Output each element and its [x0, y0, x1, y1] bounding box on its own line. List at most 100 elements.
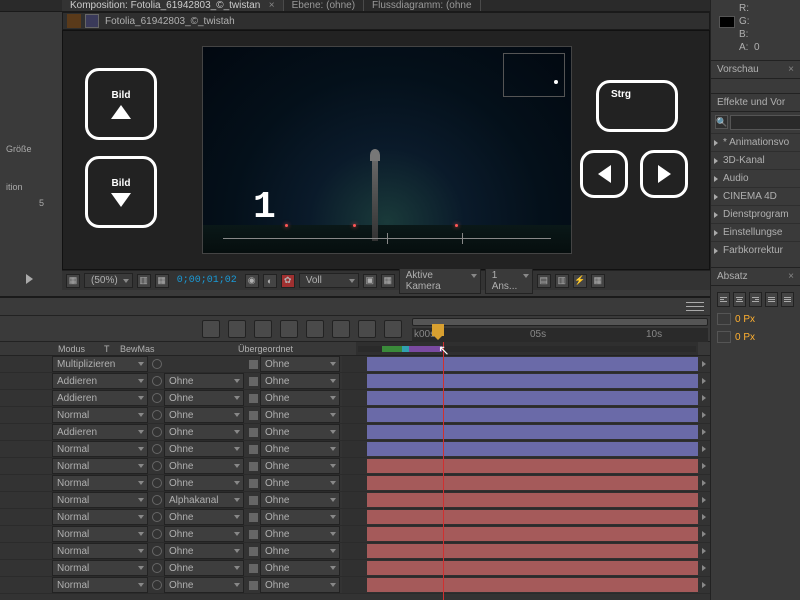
transparency-icon[interactable]: ▦: [381, 274, 395, 288]
track-matte-dropdown[interactable]: Alphakanal: [164, 492, 244, 508]
timeline-icon[interactable]: ▦: [591, 274, 605, 288]
layer-track[interactable]: [342, 509, 698, 525]
tool-icon[interactable]: [358, 320, 376, 338]
indent-row-2[interactable]: 0 Px: [717, 331, 794, 343]
parent-pick-icon[interactable]: [246, 560, 260, 576]
align-right-icon[interactable]: [749, 292, 762, 307]
layer-track[interactable]: [342, 356, 698, 372]
row-expand-icon[interactable]: [698, 390, 710, 406]
snapshot-icon[interactable]: ◉: [245, 274, 259, 288]
close-icon[interactable]: ×: [788, 64, 794, 75]
layer-track[interactable]: [342, 492, 698, 508]
tool-icon[interactable]: [306, 320, 324, 338]
parent-dropdown[interactable]: Ohne: [260, 475, 340, 491]
parent-dropdown[interactable]: Ohne: [260, 543, 340, 559]
toggle-switch[interactable]: [150, 543, 164, 559]
toggle-switch[interactable]: [150, 407, 164, 423]
row-expand-icon[interactable]: [698, 407, 710, 423]
tracks-overview[interactable]: [356, 342, 698, 355]
effect-category[interactable]: 3D-Kanal: [711, 151, 800, 169]
tab-layer[interactable]: Ebene: (ohne): [284, 0, 364, 11]
tab-composition[interactable]: Komposition: Fotolia_61942803_©_twistan …: [62, 0, 284, 11]
blend-mode-dropdown[interactable]: Addieren: [52, 390, 148, 406]
toggle-switch[interactable]: [150, 509, 164, 525]
fast-preview-icon[interactable]: ⚡: [573, 274, 587, 288]
toggle-switch[interactable]: [150, 441, 164, 457]
resolution-icon[interactable]: ▥: [137, 274, 151, 288]
layer-bar[interactable]: [367, 493, 698, 507]
comp-chip-icon[interactable]: [85, 14, 99, 28]
layer-row[interactable]: NormalOhneOhne: [0, 458, 710, 475]
toggle-switch[interactable]: [150, 492, 164, 508]
layer-bar[interactable]: [367, 527, 698, 541]
parent-dropdown[interactable]: Ohne: [260, 492, 340, 508]
parent-dropdown[interactable]: Ohne: [260, 441, 340, 457]
toggle-switch[interactable]: [150, 577, 164, 593]
blend-mode-dropdown[interactable]: Normal: [52, 492, 148, 508]
align-left-icon[interactable]: [717, 292, 730, 307]
effect-category[interactable]: Farbkorrektur: [711, 241, 800, 259]
layer-row[interactable]: NormalOhneOhne: [0, 407, 710, 424]
tool-icon[interactable]: [228, 320, 246, 338]
row-expand-icon[interactable]: [698, 543, 710, 559]
col-bewmas-header[interactable]: BewMas: [120, 342, 238, 355]
parent-pick-icon[interactable]: [246, 577, 260, 593]
close-icon[interactable]: ×: [788, 271, 794, 282]
colormgmt-icon[interactable]: ✿: [281, 274, 295, 288]
effects-panel-tab[interactable]: Effekte und Vor: [711, 93, 800, 112]
tool-icon[interactable]: [254, 320, 272, 338]
justify-left-icon[interactable]: [765, 292, 778, 307]
track-matte-dropdown[interactable]: Ohne: [164, 441, 244, 457]
tool-icon[interactable]: [280, 320, 298, 338]
tool-icon[interactable]: [332, 320, 350, 338]
layer-row[interactable]: NormalOhneOhne: [0, 475, 710, 492]
track-matte-dropdown[interactable]: Ohne: [164, 424, 244, 440]
layer-bar[interactable]: [367, 476, 698, 490]
parent-pick-icon[interactable]: [246, 458, 260, 474]
toggle-switch[interactable]: [150, 526, 164, 542]
tool-icon[interactable]: [202, 320, 220, 338]
blend-mode-dropdown[interactable]: Normal: [52, 577, 148, 593]
grid-icon[interactable]: ▦: [155, 274, 169, 288]
parent-pick-icon[interactable]: [246, 407, 260, 423]
layer-track[interactable]: [342, 543, 698, 559]
blend-mode-dropdown[interactable]: Normal: [52, 509, 148, 525]
camera-dropdown[interactable]: Aktive Kamera: [399, 268, 481, 294]
magnify-icon[interactable]: ▦: [66, 274, 80, 288]
track-matte-dropdown[interactable]: Ohne: [164, 458, 244, 474]
zoom-dropdown[interactable]: (50%): [84, 273, 133, 288]
col-modus-header[interactable]: Modus: [0, 342, 104, 355]
parent-pick-icon[interactable]: [246, 424, 260, 440]
layer-bar[interactable]: [367, 510, 698, 524]
parent-pick-icon[interactable]: [246, 492, 260, 508]
views-dropdown[interactable]: 1 Ans...: [485, 268, 533, 294]
layer-track[interactable]: [342, 560, 698, 576]
comp-icon[interactable]: [67, 14, 81, 28]
layer-bar[interactable]: [367, 459, 698, 473]
work-area-bar[interactable]: [412, 318, 708, 326]
pixel-aspect-icon[interactable]: ▥: [555, 274, 569, 288]
layer-row[interactable]: NormalOhneOhne: [0, 526, 710, 543]
effect-category[interactable]: CINEMA 4D: [711, 187, 800, 205]
layer-row[interactable]: Normal Alphakanal Ohne: [0, 492, 710, 509]
row-expand-icon[interactable]: [698, 526, 710, 542]
timeline-ruler-container[interactable]: k00s 05s 10s: [410, 316, 710, 342]
layer-bar[interactable]: [367, 442, 698, 456]
absatz-panel-tab[interactable]: Absatz ×: [711, 267, 800, 286]
toggle-switch[interactable]: [150, 458, 164, 474]
blend-mode-dropdown[interactable]: Normal: [52, 543, 148, 559]
parent-pick-icon[interactable]: [246, 543, 260, 559]
layer-bar[interactable]: [367, 425, 698, 439]
layer-track[interactable]: [342, 390, 698, 406]
layer-bar[interactable]: [367, 544, 698, 558]
row-expand-icon[interactable]: [698, 356, 710, 372]
preview-frame[interactable]: 1: [202, 46, 572, 254]
blend-mode-dropdown[interactable]: Addieren: [52, 424, 148, 440]
effect-category[interactable]: Einstellungse: [711, 223, 800, 241]
layer-row[interactable]: MultiplizierenOhne: [0, 356, 710, 373]
layer-track[interactable]: [342, 577, 698, 593]
parent-dropdown[interactable]: Ohne: [260, 424, 340, 440]
effect-category[interactable]: * Animationsvo: [711, 133, 800, 151]
track-matte-dropdown[interactable]: Ohne: [164, 509, 244, 525]
tab-flowchart[interactable]: Flussdiagramm: (ohne: [364, 0, 481, 11]
